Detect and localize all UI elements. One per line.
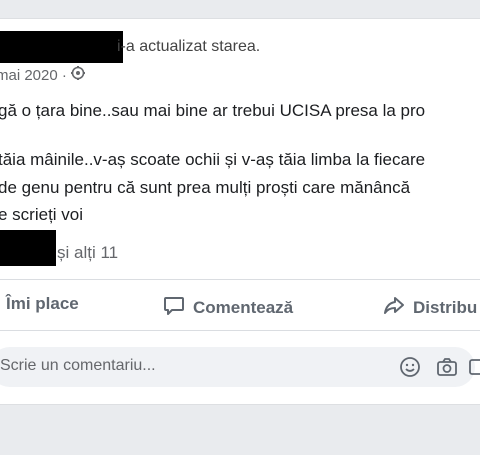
settings-icon (70, 66, 85, 84)
speech-bubble-icon (163, 294, 185, 321)
like-button-label: Îmi place (6, 294, 79, 313)
redacted-reaction-names (0, 230, 56, 266)
post-date-text: mai 2020 · (0, 66, 67, 84)
post-text-line-4: e scrieți voi (0, 205, 84, 224)
share-button-label: Distribu (413, 297, 478, 317)
comment-input[interactable] (0, 357, 300, 375)
comment-button[interactable]: Comentează (163, 294, 293, 321)
comment-button-label: Comentează (193, 297, 294, 317)
share-button[interactable]: Distribu (383, 294, 477, 321)
post-text-line-1: gă o țara bine..sau mai bine ar trebui U… (0, 101, 426, 120)
post-header-text: i-a actualizat starea. (117, 38, 261, 55)
gif-icon[interactable] (468, 356, 480, 378)
smiley-icon[interactable] (399, 356, 421, 378)
post-text-line-3: de genu pentru că sunt prea mulți proști… (0, 178, 411, 197)
post-date[interactable]: mai 2020 · (0, 66, 85, 84)
redacted-author-name (0, 31, 123, 63)
share-arrow-icon (383, 294, 405, 321)
like-button[interactable]: Îmi place (6, 294, 79, 314)
post-text-line-2: tăia mâinile..v-aș scoate ochii și v-aș … (0, 150, 426, 169)
divider (0, 330, 480, 331)
camera-icon[interactable] (436, 356, 458, 378)
divider (0, 279, 480, 280)
reactions-count[interactable]: și alți 11 (57, 243, 118, 263)
